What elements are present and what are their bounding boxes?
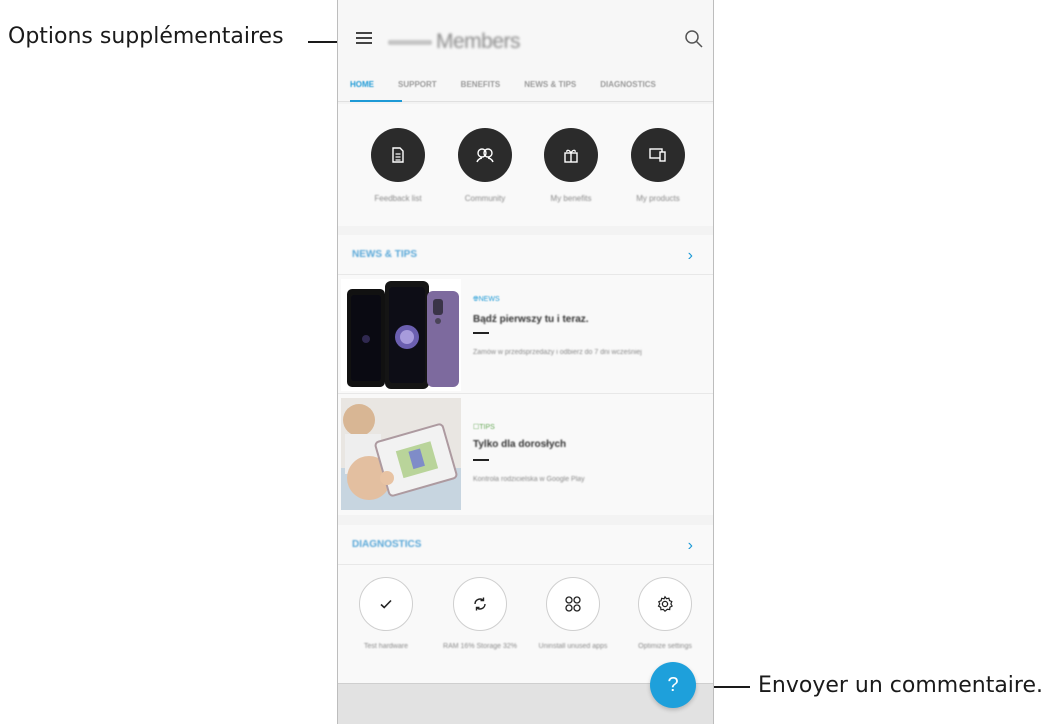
section-title: NEWS & TIPS	[352, 249, 418, 260]
search-icon[interactable]	[683, 28, 705, 50]
diag-memory-storage[interactable]: RAM 16% Storage 32%	[436, 577, 524, 652]
tab-bar: HOME SUPPORT BENEFITS NEWS & TIPS DIAGNO…	[338, 70, 713, 102]
shortcut-label: My benefits	[550, 194, 592, 203]
diag-test-hardware[interactable]: Test hardware	[342, 577, 430, 652]
chevron-right-icon[interactable]: ›	[688, 537, 693, 555]
app-title: Members	[388, 30, 521, 54]
document-icon	[371, 128, 425, 182]
tab-support[interactable]: SUPPORT	[386, 70, 449, 101]
news-item[interactable]: ☐TIPS Tylko dla dorosłych Kontrola rodzi…	[338, 395, 713, 513]
callout-feedback-label: Envoyer un commentaire.	[758, 673, 1044, 698]
shortcut-my-benefits[interactable]: My benefits	[531, 128, 611, 203]
check-icon	[359, 577, 413, 631]
gear-icon	[638, 577, 692, 631]
news-divider	[473, 332, 489, 334]
chevron-right-icon[interactable]: ›	[688, 247, 693, 265]
news-description: Zamów w przedsprzedaży i odbierz do 7 dn…	[473, 349, 642, 356]
help-feedback-button[interactable]: ?	[650, 662, 696, 708]
apps-grid-icon	[546, 577, 600, 631]
shortcut-label: Feedback list	[374, 194, 422, 203]
tab-diagnostics[interactable]: DIAGNOSTICS	[588, 70, 668, 101]
shortcut-label: My products	[636, 194, 680, 203]
diag-label: Optimize settings	[638, 643, 692, 650]
tab-active-indicator	[350, 100, 402, 102]
diagnostics-section-header[interactable]: DIAGNOSTICS ›	[338, 525, 713, 565]
people-icon	[458, 128, 512, 182]
shortcuts-card: Feedback list Community My benefits My p…	[338, 104, 713, 226]
shortcut-community[interactable]: Community	[445, 128, 525, 203]
news-section-header[interactable]: NEWS & TIPS ›	[338, 235, 713, 275]
news-description: Kontrola rodzicielska w Google Play	[473, 476, 585, 483]
app-bar: Members	[338, 0, 713, 70]
section-title: DIAGNOSTICS	[352, 539, 422, 550]
diagnostics-card: DIAGNOSTICS › Test hardware RAM 16% Stor…	[338, 525, 713, 683]
gift-icon	[544, 128, 598, 182]
diag-label: Uninstall unused apps	[538, 643, 608, 650]
news-tag: ☐TIPS	[473, 424, 495, 431]
app-title-text: Members	[436, 30, 521, 53]
callout-menu-label: Options supplémentaires	[8, 24, 284, 49]
devices-icon	[631, 128, 685, 182]
tab-home[interactable]: HOME	[338, 70, 386, 101]
news-tips-card: NEWS & TIPS › �	[338, 235, 713, 515]
refresh-icon	[453, 577, 507, 631]
diag-label: RAM 16% Storage 32%	[443, 643, 517, 650]
shortcut-label: Community	[464, 194, 506, 203]
shortcut-my-products[interactable]: My products	[618, 128, 698, 203]
news-divider	[473, 459, 489, 461]
diag-optimize-settings[interactable]: Optimize settings	[621, 577, 709, 652]
help-icon: ?	[667, 673, 679, 696]
diag-uninstall-apps[interactable]: Uninstall unused apps	[529, 577, 617, 652]
kids-tablet-image	[341, 398, 461, 510]
news-item[interactable]: 🌐︎NEWS Bądź pierwszy tu i teraz. Zamów w…	[338, 276, 713, 394]
diag-label: Test hardware	[364, 643, 408, 650]
galaxy-phones-image	[341, 279, 461, 391]
hamburger-menu-icon[interactable]	[356, 30, 372, 46]
news-title: Tylko dla dorosłych	[473, 439, 567, 450]
tab-benefits[interactable]: BENEFITS	[449, 70, 513, 101]
phone-screen: Members HOME SUPPORT BENEFITS NEWS & TIP…	[337, 0, 714, 724]
news-title: Bądź pierwszy tu i teraz.	[473, 314, 589, 325]
samsung-logo	[388, 39, 432, 45]
shortcut-feedback-list[interactable]: Feedback list	[358, 128, 438, 203]
tab-news-tips[interactable]: NEWS & TIPS	[512, 70, 588, 101]
news-tag: 🌐︎NEWS	[473, 296, 500, 303]
